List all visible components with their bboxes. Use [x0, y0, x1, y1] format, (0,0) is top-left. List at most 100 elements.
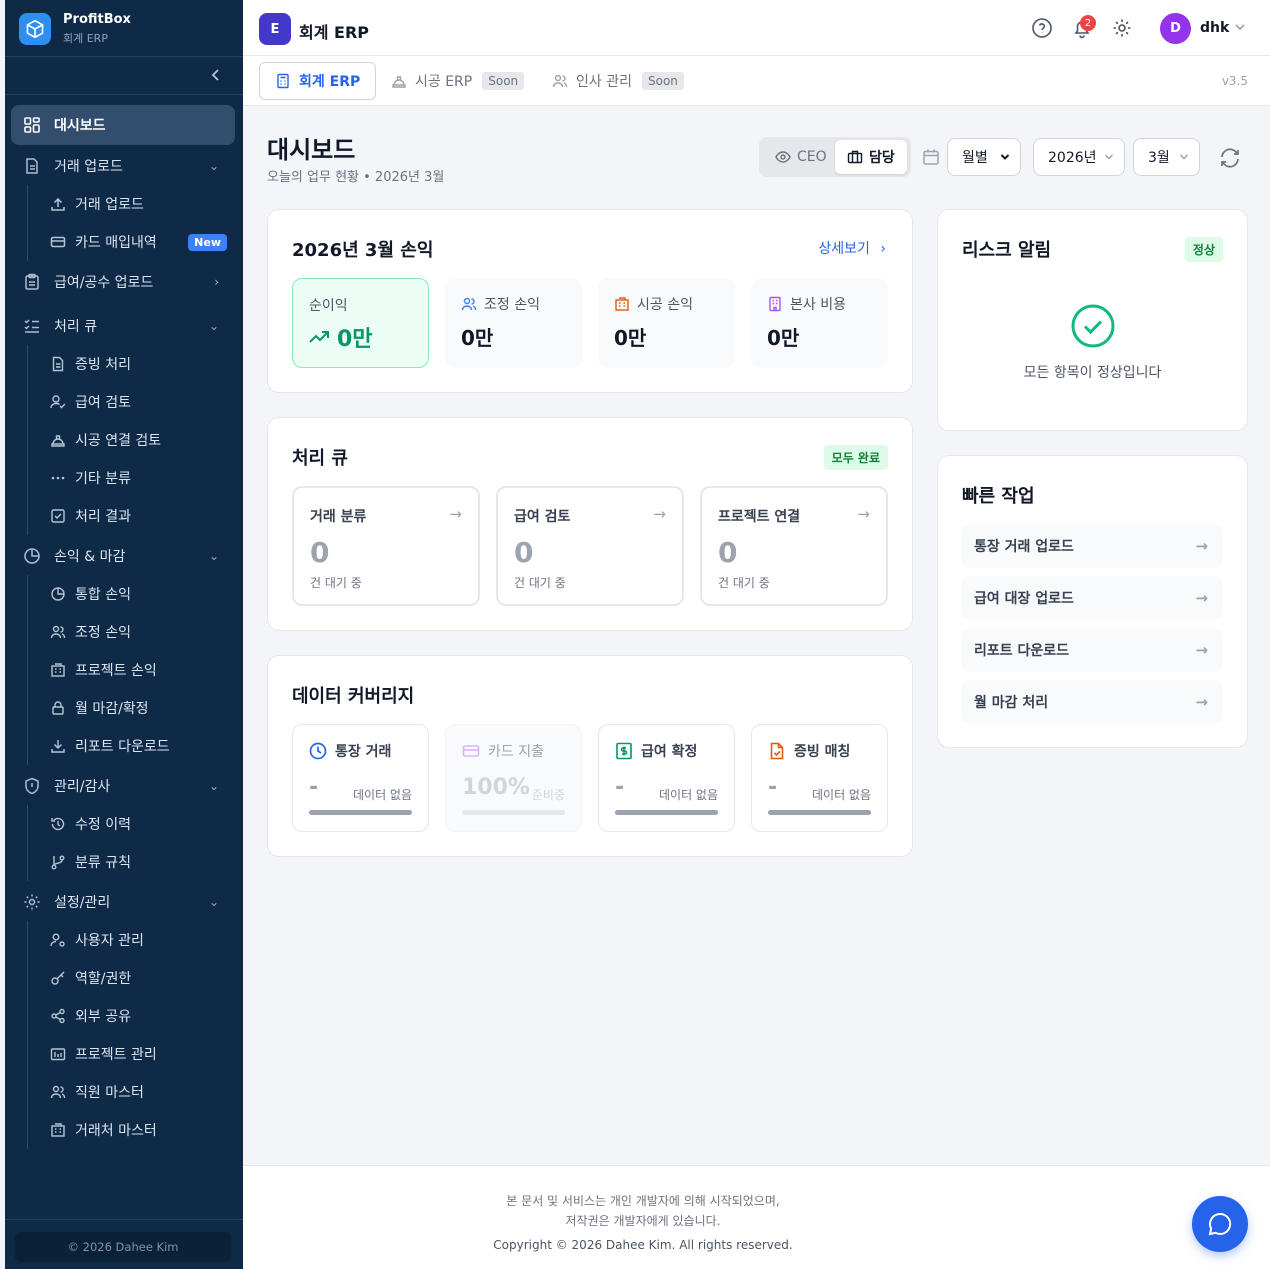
soon-badge: Soon: [641, 72, 684, 90]
quick-action-payroll-upload[interactable]: 급여 대장 업로드 →: [962, 576, 1222, 620]
sidebar-item-dashboard[interactable]: 대시보드: [11, 105, 235, 145]
year-select[interactable]: 2026년: [1033, 138, 1125, 176]
arrow-right-icon: →: [1195, 641, 1208, 659]
sidebar-item-label: 기타 분류: [75, 471, 131, 487]
sidebar-subitem-report-download[interactable]: 리포트 다운로드: [28, 727, 235, 765]
gear-icon[interactable]: [1111, 17, 1133, 39]
brand[interactable]: ProfitBox 회계 ERP: [19, 12, 131, 46]
hq-cost-box[interactable]: 본사 비용 0만: [751, 278, 888, 368]
help-icon[interactable]: [1031, 17, 1053, 39]
tab-label: 인사 관리: [576, 74, 632, 90]
trend-up-icon: [309, 330, 329, 344]
eye-icon: [775, 149, 791, 165]
month-value: 3월: [1148, 150, 1170, 166]
chevron-left-icon[interactable]: [210, 68, 222, 82]
sidebar-subitem-payroll-review[interactable]: 급여 검토: [28, 383, 235, 421]
briefcase-icon: [847, 149, 863, 165]
quick-action-label: 리포트 다운로드: [974, 643, 1070, 659]
sidebar-item-transaction-upload[interactable]: 거래 업로드 ⌄: [11, 147, 235, 185]
coverage-item-value: 100%: [462, 775, 530, 800]
quick-action-report-download[interactable]: 리포트 다운로드 →: [962, 628, 1222, 672]
more-icon: [50, 470, 66, 486]
month-select[interactable]: 3월: [1133, 138, 1200, 176]
sidebar-subitem-sharing[interactable]: 외부 공유: [28, 997, 235, 1035]
adjusted-pl-label-text: 조정 손익: [484, 297, 540, 313]
sidebar-subitem-card-purchases[interactable]: 카드 매입내역 New: [28, 223, 235, 261]
user-name[interactable]: dhk: [1200, 20, 1229, 36]
sidebar-item-label: 조정 손익: [75, 625, 131, 641]
sidebar-subitem-users[interactable]: 사용자 관리: [28, 921, 235, 959]
lock-icon: [50, 700, 66, 716]
sidebar-item-pl-closing[interactable]: 손익 & 마감 ⌄: [11, 537, 235, 575]
tab-construction-erp[interactable]: 시공 ERP Soon: [376, 62, 539, 100]
brand-name: ProfitBox: [63, 12, 131, 27]
sidebar-subitem-monthly-close[interactable]: 월 마감/확정: [28, 689, 235, 727]
staff-view-button[interactable]: 담당: [835, 140, 907, 174]
quick-action-monthly-close[interactable]: 월 마감 처리 →: [962, 680, 1222, 724]
sidebar-item-processing-queue[interactable]: 처리 큐 ⌄: [11, 307, 235, 345]
sidebar-subitem-history[interactable]: 수정 이력: [28, 805, 235, 843]
sidebar-item-settings[interactable]: 설정/관리 ⌄: [11, 883, 235, 921]
coverage-item-label: 통장 거래: [309, 741, 391, 761]
check-circle-icon: [1071, 304, 1115, 348]
queue-item-count: 0: [718, 536, 738, 569]
sidebar-item-audit[interactable]: 관리/감사 ⌄: [11, 767, 235, 805]
sidebar-item-label: 설정/관리: [54, 895, 111, 911]
detail-link[interactable]: 상세보기 ›: [818, 238, 886, 258]
pl-card-title: 2026년 3월 손익: [292, 240, 434, 261]
quick-action-bank-upload[interactable]: 통장 거래 업로드 →: [962, 524, 1222, 568]
quick-actions-title: 빠른 작업: [962, 486, 1035, 507]
sidebar-subitem-other[interactable]: 기타 분류: [28, 459, 235, 497]
sidebar-item-label: 손익 & 마감: [54, 549, 126, 565]
chevron-down-icon: [1179, 152, 1189, 162]
submenu: 수정 이력 분류 규칙: [27, 805, 235, 881]
construction-pl-box[interactable]: 시공 손익 0만: [598, 278, 735, 368]
sidebar-subitem-roles[interactable]: 역할/권한: [28, 959, 235, 997]
divider: [5, 1219, 243, 1220]
sidebar-subitem-project-pl[interactable]: 프로젝트 손익: [28, 651, 235, 689]
chevron-down-icon[interactable]: [1234, 21, 1246, 33]
sidebar-subitem-results[interactable]: 처리 결과: [28, 497, 235, 535]
coverage-progress-bar: [615, 810, 718, 815]
sidebar-subitem-employees[interactable]: 직원 마스터: [28, 1073, 235, 1111]
sidebar-subitem-evidence[interactable]: 증빙 처리: [28, 345, 235, 383]
sidebar-item-label: 카드 매입내역: [75, 235, 157, 251]
page-title: 대시보드: [267, 136, 356, 164]
avatar[interactable]: D: [1160, 13, 1191, 44]
sidebar-item-payroll-upload[interactable]: 급여/공수 업로드 ›: [11, 263, 235, 301]
sidebar-copyright: © 2026 Dahee Kim: [15, 1232, 231, 1262]
period-select[interactable]: 월별: [947, 138, 1021, 176]
refresh-icon[interactable]: [1218, 146, 1242, 170]
queue-item-count: 0: [514, 536, 534, 569]
sidebar-subitem-vendors[interactable]: 거래처 마스터: [28, 1111, 235, 1149]
sidebar-subitem-total-pl[interactable]: 통합 손익: [28, 575, 235, 613]
history-icon: [50, 816, 66, 832]
file-icon: [23, 157, 41, 175]
queue-item-payroll[interactable]: 급여 검토 → 0 건 대기 중: [496, 486, 684, 606]
queue-item-project[interactable]: 프로젝트 연결 → 0 건 대기 중: [700, 486, 888, 606]
sidebar-item-label: 프로젝트 손익: [75, 663, 157, 679]
net-profit-box[interactable]: 순이익 0만: [292, 278, 429, 368]
tab-accounting-erp[interactable]: 회계 ERP: [259, 62, 377, 100]
submenu: 거래 업로드 카드 매입내역 New: [27, 185, 235, 261]
sidebar-subitem-rules[interactable]: 분류 규칙: [28, 843, 235, 881]
chat-button[interactable]: [1192, 1196, 1248, 1252]
queue-item-classification[interactable]: 거래 분류 → 0 건 대기 중: [292, 486, 480, 606]
user-check-icon: [50, 394, 66, 410]
queue-item-label: 급여 검토: [514, 509, 571, 525]
sidebar-subitem-construction-link[interactable]: 시공 연결 검토: [28, 421, 235, 459]
adjusted-pl-box[interactable]: 조정 손익 0만: [445, 278, 582, 368]
tab-hr[interactable]: 인사 관리 Soon: [537, 62, 699, 100]
sidebar-subitem-transaction-upload[interactable]: 거래 업로드: [28, 185, 235, 223]
tab-label: 회계 ERP: [299, 74, 361, 90]
ceo-view-button[interactable]: CEO: [763, 140, 839, 174]
queue-item-count: 0: [310, 536, 330, 569]
sidebar-item-label: 통합 손익: [75, 587, 131, 603]
pl-card: 2026년 3월 손익 상세보기 › 순이익 0만 조정 손익 0만 시공 손익…: [267, 209, 913, 393]
sidebar-subitem-adjusted-pl[interactable]: 조정 손익: [28, 613, 235, 651]
coverage-progress-fill: [768, 810, 871, 815]
building-icon: [50, 662, 66, 678]
sidebar-subitem-projects[interactable]: 프로젝트 관리: [28, 1035, 235, 1073]
coverage-progress-fill: [309, 810, 412, 815]
coverage-progress-fill: [462, 810, 565, 815]
